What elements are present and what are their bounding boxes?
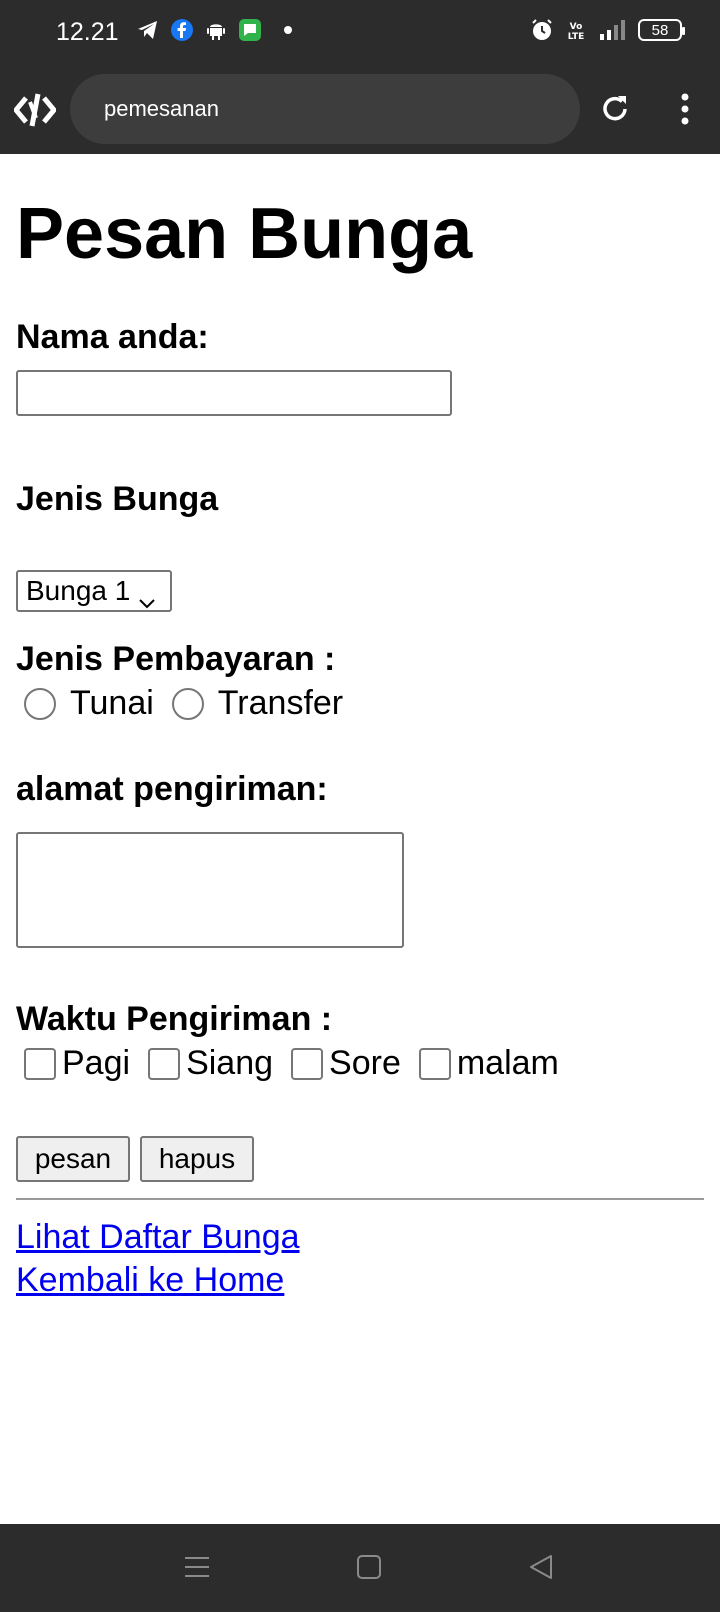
telegram-icon [136,18,160,42]
messages-icon [238,18,262,42]
checkbox-label-malam: malam [456,1044,559,1082]
flower-type-select[interactable]: Bunga 1 [16,570,172,612]
page-title: Pesan Bunga [16,194,473,274]
android-icon [204,18,228,42]
payment-options: Tunai Transfer [24,684,343,723]
radio-transfer[interactable] [171,687,204,720]
name-input[interactable] [16,370,452,416]
delivery-time-label: Waktu Pengiriman : [16,1000,333,1038]
checkbox-pagi[interactable] [24,1047,56,1080]
reload-icon[interactable] [598,92,632,126]
volte-icon: Vo LTE [564,18,588,42]
url-text: pemesanan [104,96,219,121]
address-bar[interactable]: pemesanan [70,74,580,144]
home-icon[interactable] [354,1552,384,1582]
svg-text:Vo: Vo [570,22,583,32]
checkbox-label-siang: Siang [186,1044,274,1082]
checkbox-sore[interactable] [291,1047,324,1080]
radio-label-transfer: Transfer [217,684,344,722]
checkbox-malam[interactable] [418,1047,451,1080]
delivery-time-options: Pagi Siang Sore malam [24,1044,559,1083]
flower-list-link[interactable]: Lihat Daftar Bunga [16,1218,300,1257]
divider [16,1198,704,1200]
back-icon[interactable] [526,1552,556,1582]
home-link[interactable]: Kembali ke Home [16,1261,284,1300]
dot-icon [284,26,292,34]
radio-label-tunai: Tunai [70,684,154,722]
battery-indicator: 58 [638,19,685,41]
navigation-bar [0,1524,720,1612]
browser-toolbar: pemesanan [0,66,720,154]
name-label: Nama anda: [16,318,209,356]
chevron-down-icon [138,585,156,609]
flower-type-label: Jenis Bunga [16,480,219,518]
submit-button[interactable]: pesan [16,1136,130,1182]
signal-icon [598,18,628,42]
flower-type-selected: Bunga 1 [26,575,131,606]
alarm-icon [530,18,554,42]
notification-icons [136,18,292,42]
system-icons: Vo LTE 58 [530,18,685,42]
facebook-icon [170,18,194,42]
status-bar: 12.21 Vo LTE 58 [0,0,720,66]
reset-button[interactable]: hapus [140,1136,254,1182]
radio-tunai[interactable] [24,687,56,720]
browser-logo-icon[interactable] [12,90,58,130]
more-options-icon[interactable] [672,92,698,126]
checkbox-label-sore: Sore [329,1044,401,1082]
checkbox-label-pagi: Pagi [62,1044,131,1082]
status-time: 12.21 [56,18,119,46]
recent-apps-icon[interactable] [182,1552,212,1582]
address-textarea[interactable] [16,832,404,948]
payment-label: Jenis Pembayaran : [16,640,336,678]
svg-text:LTE: LTE [568,32,585,42]
address-label: alamat pengiriman: [16,770,328,808]
checkbox-siang[interactable] [148,1047,181,1080]
